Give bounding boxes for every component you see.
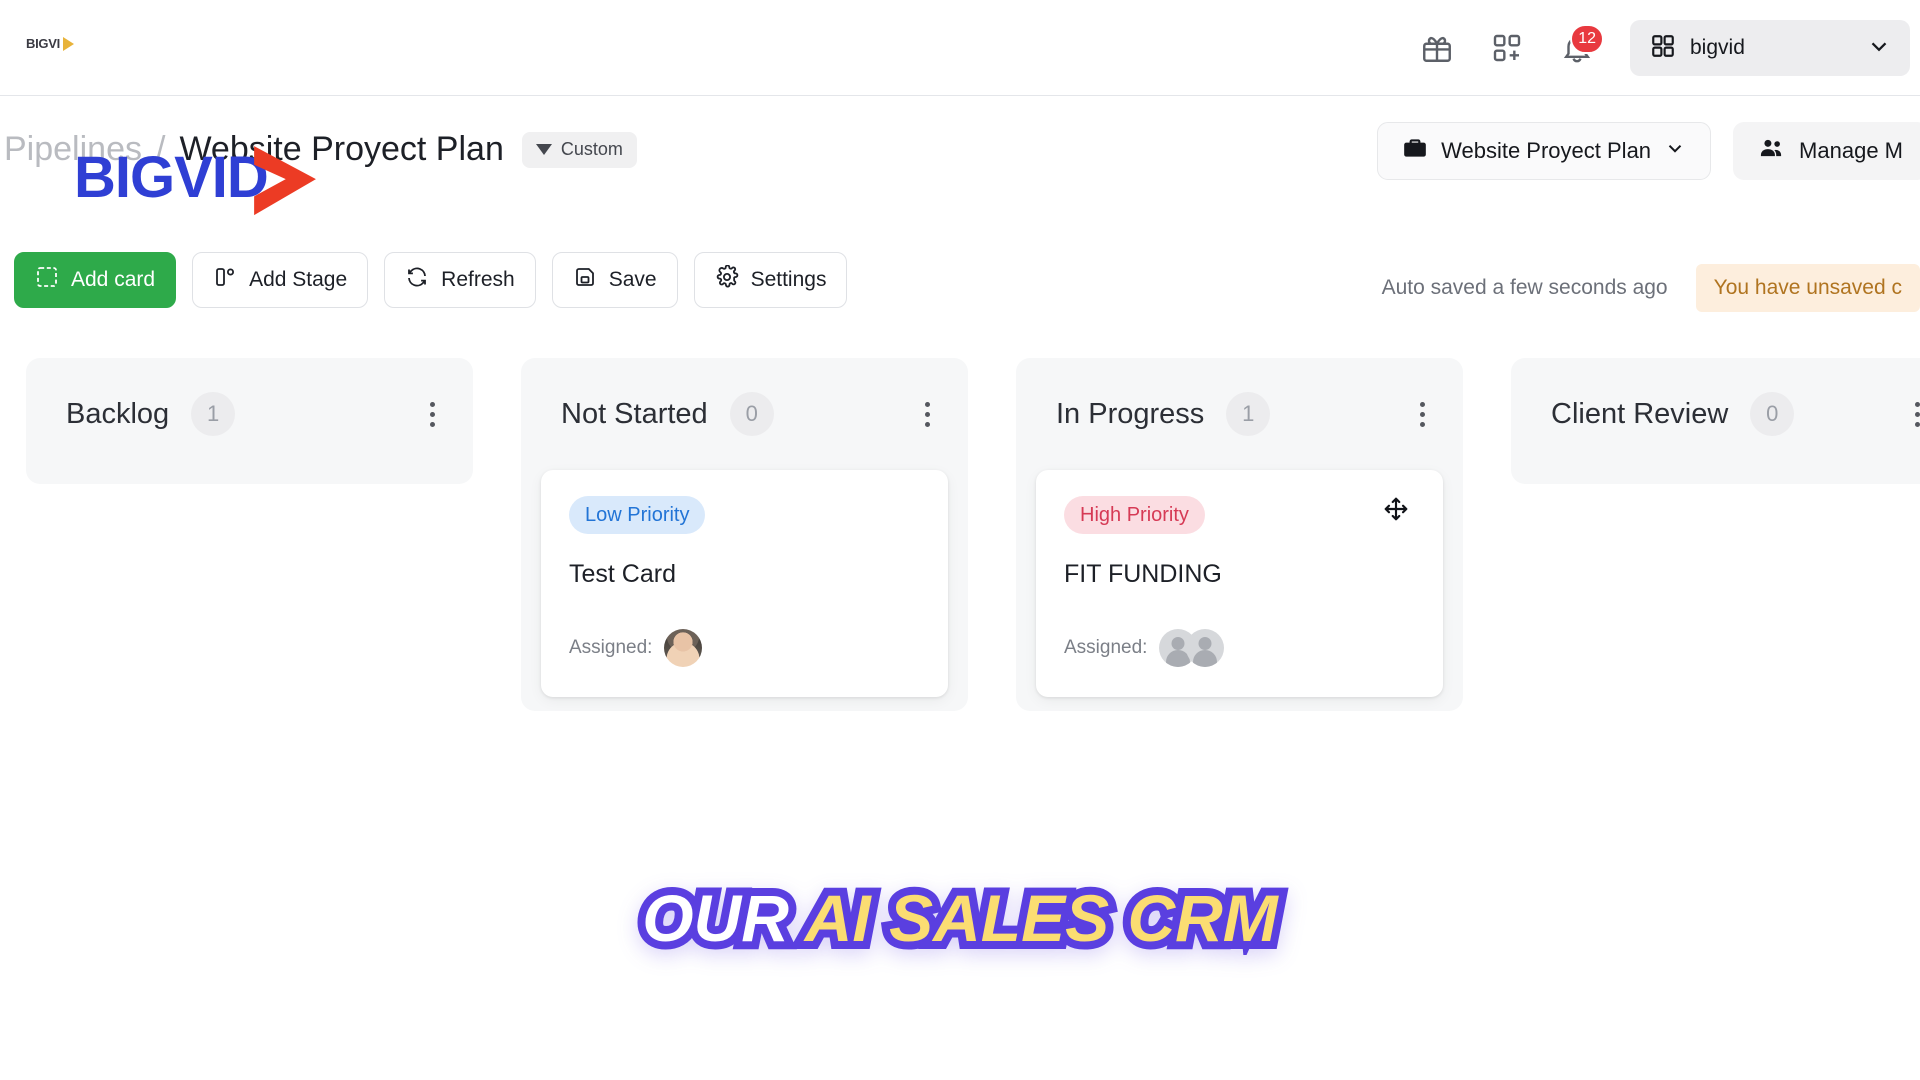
refresh-button[interactable]: Refresh <box>384 252 536 308</box>
top-navbar: BIGVI 12 bigvid <box>0 0 1920 96</box>
card-title: Test Card <box>569 560 676 588</box>
promo-banner-part2: AI SALES CRM <box>797 873 1286 963</box>
card-assignees: Assigned: <box>569 629 920 667</box>
avatar[interactable] <box>664 629 703 667</box>
gear-icon <box>715 264 739 295</box>
toolbar-right-group: Auto saved a few seconds ago You have un… <box>1382 264 1920 312</box>
column-count-badge: 0 <box>1750 392 1795 436</box>
page-header: Pipelines / Website Proyect Plan Custom … <box>0 96 1920 210</box>
column-count-badge: 1 <box>191 392 236 436</box>
breadcrumb: Pipelines / Website Proyect Plan Custom <box>4 130 637 169</box>
brand-logo[interactable]: BIGVI <box>26 36 74 51</box>
assigned-label: Assigned: <box>569 637 653 658</box>
column-menu-icon[interactable] <box>1905 394 1920 435</box>
avatar-stack[interactable] <box>1159 629 1225 667</box>
manage-members-button[interactable]: Manage M <box>1733 122 1920 180</box>
page-title: Website Proyect Plan <box>179 130 504 168</box>
floppy-save-icon <box>573 265 597 295</box>
priority-badge: Low Priority <box>569 496 706 534</box>
pipeline-selector-button[interactable]: Website Proyect Plan <box>1377 122 1712 180</box>
add-card-button[interactable]: Add card <box>14 252 177 308</box>
promo-banner-text: OUR AI SALES CRM <box>634 873 1286 963</box>
brand-logo-text: BIGVI <box>26 36 60 51</box>
autosave-status: Auto saved a few seconds ago <box>1381 276 1668 299</box>
column-menu-icon[interactable] <box>915 394 940 435</box>
manage-members-label: Manage M <box>1799 138 1903 163</box>
kanban-card[interactable]: Low Priority Test Card Assigned: <box>541 470 948 697</box>
add-stage-icon <box>213 265 237 295</box>
move-drag-icon[interactable] <box>1383 496 1409 522</box>
priority-badge: High Priority <box>1064 496 1205 534</box>
navbar-actions: 12 bigvid <box>1416 0 1920 96</box>
column-menu-icon[interactable] <box>1410 394 1435 435</box>
custom-filter-badge[interactable]: Custom <box>521 131 637 168</box>
column-header: In Progress 1 <box>1016 358 1463 470</box>
people-icon <box>1758 134 1786 168</box>
settings-label: Settings <box>750 268 827 291</box>
board-toolbar: Add card Add Stage Refresh Save Settings… <box>0 240 1920 336</box>
kanban-column: Not Started 0 Low Priority Test Card Assigne… <box>521 358 968 711</box>
card-title: FIT FUNDING <box>1064 560 1222 588</box>
add-card-label: Add card <box>71 268 156 291</box>
grid-icon <box>1650 33 1676 64</box>
notification-badge: 12 <box>1570 24 1604 54</box>
pipeline-selector-label: Website Proyect Plan <box>1441 138 1652 163</box>
add-stage-button[interactable]: Add Stage <box>192 252 369 308</box>
header-actions: Website Proyect Plan Manage M <box>1377 122 1920 180</box>
add-card-icon <box>35 265 59 295</box>
grid-plus-icon[interactable] <box>1486 27 1528 69</box>
column-title: In Progress <box>1056 397 1205 430</box>
kanban-column: Backlog 1 <box>26 358 473 484</box>
kanban-board: Backlog 1 Not Started 0 Low Priority Test Car… <box>0 358 1920 778</box>
card-assignees: Assigned: <box>1064 629 1415 667</box>
workspace-label: bigvid <box>1690 36 1745 59</box>
column-count-badge: 0 <box>729 392 774 436</box>
breadcrumb-pipelines[interactable]: Pipelines <box>4 130 142 169</box>
refresh-icon <box>405 265 429 295</box>
settings-button[interactable]: Settings <box>693 252 848 308</box>
kanban-column: Client Review 0 <box>1511 358 1920 484</box>
play-triangle-icon <box>62 36 74 51</box>
column-body: High Priority FIT FUNDING Assigned: <box>1016 470 1463 697</box>
gift-icon[interactable] <box>1416 27 1458 69</box>
avatar[interactable] <box>1186 629 1225 667</box>
assigned-label: Assigned: <box>1064 637 1148 658</box>
briefcase-icon <box>1402 135 1428 167</box>
chevron-down-icon <box>1664 137 1686 165</box>
column-header: Backlog 1 <box>26 358 473 470</box>
column-body: Low Priority Test Card Assigned: <box>521 470 968 697</box>
promo-banner-part1: OUR <box>634 873 805 963</box>
bell-icon[interactable]: 12 <box>1556 24 1604 69</box>
column-title: Backlog <box>66 397 170 430</box>
workspace-selector[interactable]: bigvid <box>1630 20 1910 76</box>
save-label: Save <box>608 268 657 291</box>
funnel-icon <box>535 144 552 155</box>
save-button[interactable]: Save <box>551 252 678 308</box>
kanban-card[interactable]: High Priority FIT FUNDING Assigned: <box>1036 470 1443 697</box>
add-stage-label: Add Stage <box>249 268 348 291</box>
toolbar-left-group: Add card Add Stage Refresh Save Settings <box>14 252 848 308</box>
refresh-label: Refresh <box>441 268 515 291</box>
column-title: Not Started <box>561 397 708 430</box>
custom-filter-label: Custom <box>560 139 623 159</box>
avatar-stack[interactable] <box>664 629 703 667</box>
column-header: Not Started 0 <box>521 358 968 470</box>
column-menu-icon[interactable] <box>420 394 445 435</box>
chevron-down-icon <box>1866 33 1892 64</box>
unsaved-changes-warning: You have unsaved c <box>1695 264 1920 312</box>
promo-banner: OUR AI SALES CRM <box>0 873 1920 963</box>
column-header: Client Review 0 <box>1511 358 1920 470</box>
breadcrumb-separator: / <box>155 130 166 168</box>
column-title: Client Review <box>1551 397 1729 430</box>
column-count-badge: 1 <box>1226 392 1271 436</box>
kanban-column: In Progress 1 High Priority FIT FUNDING Assi… <box>1016 358 1463 711</box>
